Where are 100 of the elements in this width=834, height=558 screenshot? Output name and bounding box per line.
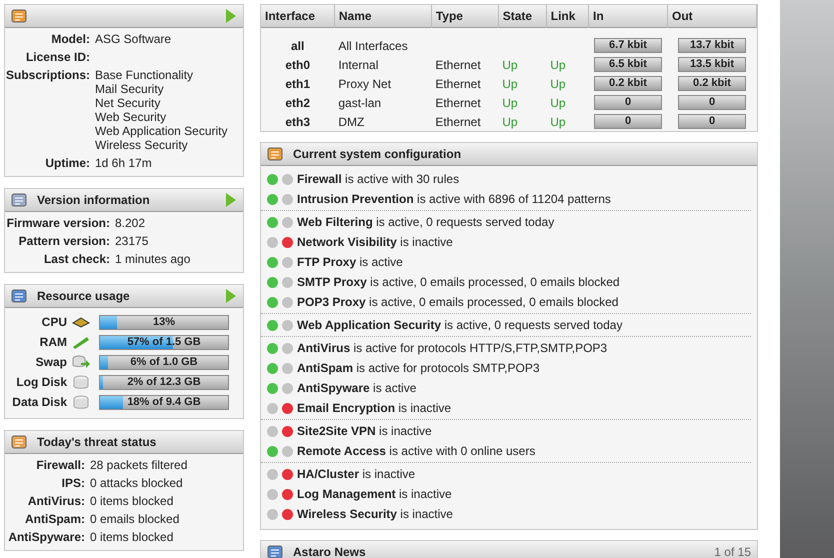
status-light <box>282 320 293 330</box>
traffic-reading: 0 <box>678 114 746 129</box>
disk-icon <box>71 374 91 390</box>
status-light <box>282 216 293 228</box>
table-cell-text: Up <box>501 56 519 74</box>
status-text: Remote Access is active with 0 online users <box>297 444 536 458</box>
panel-title: Current system configuration <box>293 147 462 161</box>
panel-title: Today's threat status <box>37 435 158 449</box>
status-text: Firewall is active with 30 rules <box>297 172 460 186</box>
meter-label: CPU <box>40 315 67 329</box>
field-value: Web Security <box>95 110 168 124</box>
usage-reading: 2% of 12.3 GB <box>126 376 202 388</box>
field-label: License ID: <box>24 50 90 64</box>
table-cell-text: All Interfaces <box>337 38 409 54</box>
field-label: Last check: <box>42 252 110 266</box>
status-light <box>282 382 293 394</box>
traffic-reading: 13.5 kbit <box>678 57 746 72</box>
table-cell-text: eth3 <box>284 114 312 130</box>
meter-label: Data Disk <box>11 395 67 409</box>
status-light <box>282 402 293 414</box>
field-value: 1 minutes ago <box>115 252 192 266</box>
column-header: State <box>498 5 546 28</box>
status-light <box>282 342 293 354</box>
traffic-reading: 0.2 kbit <box>678 76 746 91</box>
traffic-reading: 0.2 kbit <box>594 76 662 91</box>
status-text: Site2Site VPN is inactive <box>297 424 432 438</box>
table-cell-text: Ethernet <box>434 114 482 130</box>
field-label: Firewall: <box>35 458 85 472</box>
status-text: Intrusion Prevention is active with 6896 of 11204 patterns <box>297 192 611 206</box>
field-label: Pattern version: <box>18 234 110 248</box>
table-cell-text: Internal <box>337 56 380 74</box>
table-cell-text: Ethernet <box>434 94 482 112</box>
table-cell-text: eth1 <box>284 76 312 92</box>
field-value: Mail Security <box>95 82 165 96</box>
panel-title: Resource usage <box>37 289 131 303</box>
field-label: Firmware version: <box>6 216 110 230</box>
status-text: Email Encryption is inactive <box>297 401 452 415</box>
field-label: AntiVirus: <box>26 494 85 508</box>
field-label: Subscriptions: <box>5 68 90 84</box>
status-light <box>282 508 293 520</box>
table-cell-text: Up <box>501 114 519 130</box>
usage-reading: 57% of 1.5 GB <box>126 336 202 348</box>
status-light <box>282 426 293 436</box>
status-light <box>282 488 293 500</box>
panel-title: Version information <box>37 193 151 207</box>
meter-label: RAM <box>38 335 67 349</box>
status-light <box>282 296 293 308</box>
table-cell-text: eth0 <box>284 56 312 74</box>
table-cell-text: Up <box>549 114 567 130</box>
status-text: SMTP Proxy is active, 0 emails processed, 0 emails blocked <box>297 275 620 289</box>
traffic-reading: 0 <box>678 95 746 110</box>
field-label: IPS: <box>60 476 85 490</box>
field-value: 1d 6h 17m <box>95 156 153 170</box>
column-header: Name <box>334 5 432 28</box>
field-value: 8.202 <box>115 216 146 230</box>
field-value: 0 attacks blocked <box>90 476 184 490</box>
field-value: Wireless Security <box>95 138 189 152</box>
field-label: AntiSpam: <box>24 512 85 526</box>
table-cell-text: Proxy Net <box>337 76 392 92</box>
status-text: HA/Cluster is inactive <box>297 467 416 481</box>
status-light <box>282 468 293 480</box>
table-cell-text: Ethernet <box>434 76 482 92</box>
status-text: Network Visibility is inactive <box>297 235 453 249</box>
meter-label: Log Disk <box>15 375 67 389</box>
status-light <box>282 446 293 456</box>
field-value: 0 items blocked <box>90 530 174 544</box>
status-text: Web Filtering is active, 0 requests served today <box>297 215 554 229</box>
field-label: Uptime: <box>44 156 90 170</box>
expand-button[interactable] <box>225 9 237 23</box>
field-value: 0 emails blocked <box>90 512 180 526</box>
table-cell-text: eth2 <box>284 94 312 112</box>
status-light <box>282 276 293 288</box>
table-cell-text: Up <box>501 76 519 92</box>
traffic-reading: 0 <box>594 95 662 110</box>
status-light <box>282 194 293 204</box>
field-value: Net Security <box>95 96 162 110</box>
status-text: Wireless Security is inactive <box>297 507 453 521</box>
table-cell-text: Up <box>549 76 567 92</box>
table-cell-text: gast-lan <box>337 94 382 112</box>
field-label: Model: <box>50 32 90 46</box>
status-text: FTP Proxy is active <box>297 255 403 269</box>
status-light <box>282 174 293 184</box>
field-value: 0 items blocked <box>90 494 174 508</box>
table-cell-text: Up <box>549 56 567 74</box>
table-cell-text: Up <box>549 94 567 112</box>
panel-title: Astaro News <box>293 545 367 558</box>
status-text: AntiSpam is active for protocols SMTP,POP3 <box>297 361 540 375</box>
usage-reading: 13% <box>152 316 176 328</box>
traffic-reading: 6.7 kbit <box>594 38 662 53</box>
status-light <box>282 362 293 374</box>
expand-button[interactable] <box>225 193 237 207</box>
field-value: 23175 <box>115 234 150 248</box>
expand-button[interactable] <box>225 289 237 303</box>
table-cell-text: DMZ <box>337 114 366 130</box>
field-label: AntiSpyware: <box>7 530 85 544</box>
field-value: ASG Software <box>95 32 172 46</box>
traffic-reading: 6.5 kbit <box>594 57 662 72</box>
field-value: 28 packets filtered <box>90 458 188 472</box>
field-value: Base Functionality <box>95 68 194 82</box>
status-light <box>282 256 293 268</box>
